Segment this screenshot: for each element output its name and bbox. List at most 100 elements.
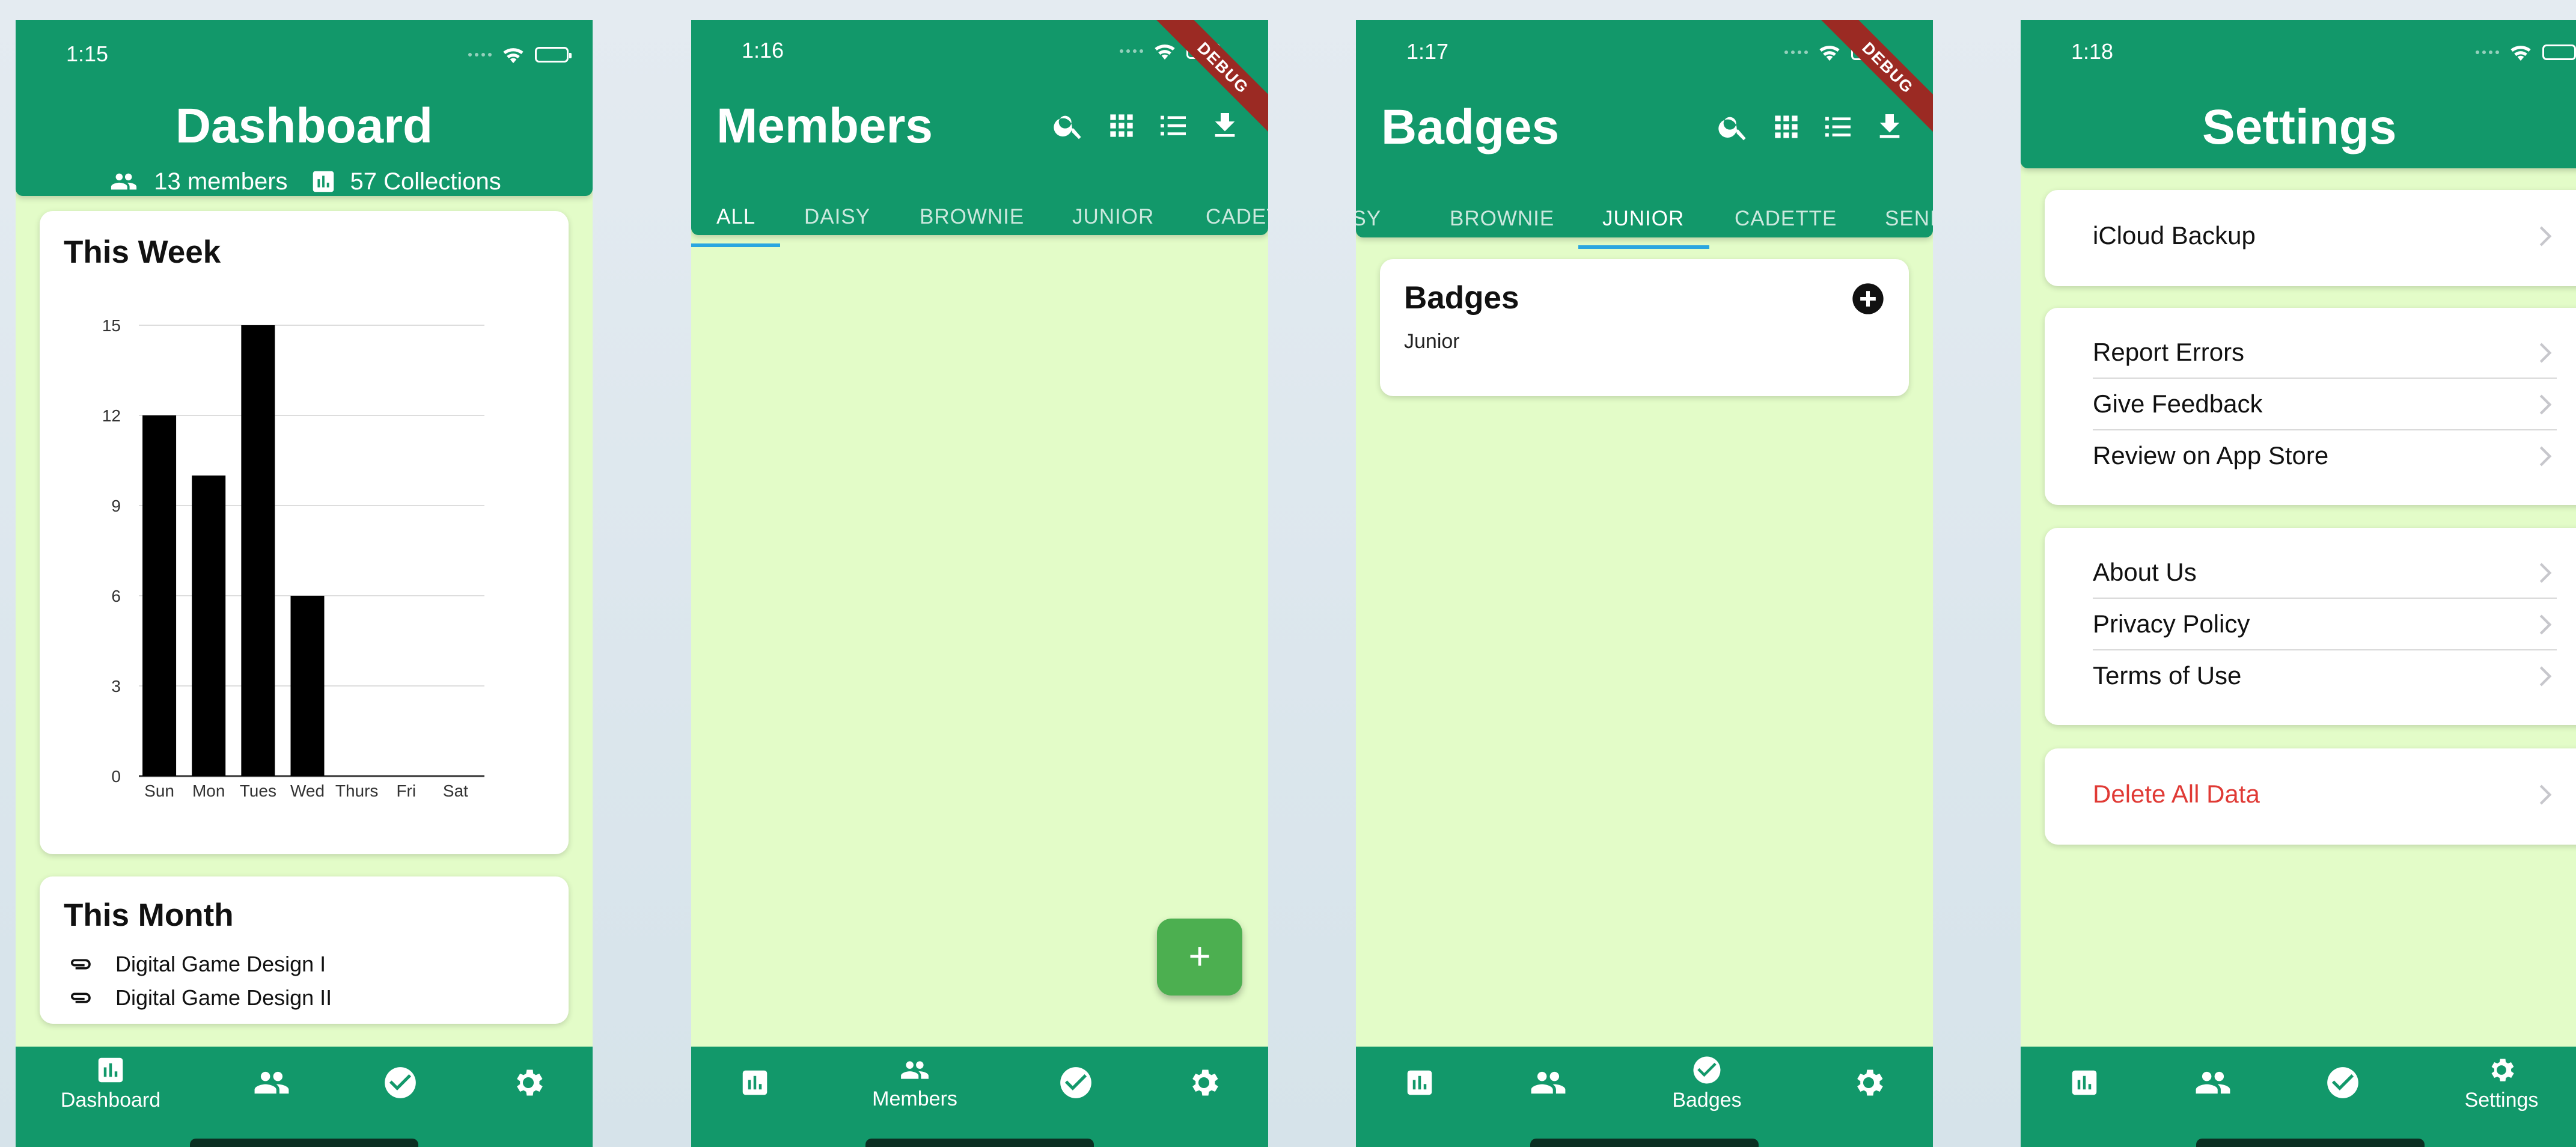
signal-icon bbox=[1784, 50, 1808, 54]
nav-badges[interactable] bbox=[2283, 1047, 2403, 1119]
nav-settings[interactable]: Settings bbox=[2441, 1047, 2562, 1119]
bar bbox=[241, 325, 275, 776]
nav-members[interactable] bbox=[2153, 1047, 2273, 1119]
privacy-policy-row[interactable]: Privacy Policy bbox=[2093, 610, 2557, 638]
tab-senior[interactable]: SENIOR bbox=[1885, 207, 1933, 231]
month-list-item[interactable]: Digital Game Design I bbox=[64, 952, 326, 977]
tab-daisy[interactable]: DAISY bbox=[804, 205, 870, 229]
nav-badges[interactable] bbox=[1016, 1047, 1136, 1119]
people-icon bbox=[253, 1064, 290, 1101]
give-feedback-row[interactable]: Give Feedback bbox=[2093, 390, 2557, 418]
members-app-bar: 1:16 Members ALL DAISY BROWNIE JUNIOR CA… bbox=[691, 20, 1268, 247]
grid-view-icon[interactable] bbox=[1105, 109, 1138, 142]
chart-icon bbox=[94, 1054, 127, 1086]
chart-icon bbox=[2068, 1066, 2101, 1099]
search-icon[interactable] bbox=[1052, 109, 1085, 142]
list-view-icon[interactable] bbox=[1156, 109, 1190, 142]
tab-brownie[interactable]: BROWNIE bbox=[920, 205, 1024, 229]
download-icon[interactable] bbox=[1873, 110, 1906, 144]
tab-junior[interactable]: JUNIOR bbox=[1072, 205, 1154, 229]
nav-badges-label: Badges bbox=[1672, 1088, 1742, 1112]
wifi-icon bbox=[1818, 40, 1842, 64]
nav-members[interactable]: Members bbox=[855, 1047, 975, 1119]
delete-all-data-row[interactable]: Delete All Data bbox=[2093, 780, 2557, 809]
grid-view-icon[interactable] bbox=[1769, 110, 1803, 144]
week-bar-chart: 0 3 6 9 12 15 Sun Mon Tues Wed Thurs Fri Sat bbox=[102, 316, 484, 800]
tab-daisy[interactable]: DAISY bbox=[1356, 207, 1381, 231]
nav-dashboard[interactable]: Dashboard bbox=[50, 1047, 171, 1119]
gear-icon bbox=[1185, 1064, 1222, 1101]
chevron-right-icon bbox=[2533, 661, 2557, 691]
this-month-title: This Month bbox=[64, 898, 234, 933]
x-tick-label: Tues bbox=[240, 781, 276, 800]
settings-group-support: Report Errors Give Feedback Review on Ap… bbox=[2045, 308, 2576, 505]
nav-badges[interactable] bbox=[340, 1047, 460, 1119]
divider bbox=[2093, 429, 2557, 430]
list-view-icon[interactable] bbox=[1821, 110, 1855, 144]
collections-count: 57 Collections bbox=[350, 168, 501, 195]
divider bbox=[2093, 598, 2557, 599]
status-time: 1:15 bbox=[66, 41, 109, 66]
gear-icon bbox=[510, 1064, 547, 1101]
wifi-icon bbox=[2509, 40, 2533, 64]
nav-members-label: Members bbox=[872, 1087, 957, 1110]
nav-members[interactable] bbox=[1488, 1047, 1608, 1119]
status-time: 1:17 bbox=[1406, 39, 1449, 64]
add-badge-icon[interactable] bbox=[1851, 282, 1885, 316]
nav-settings[interactable] bbox=[468, 1047, 588, 1119]
summary-row: 13 members 57 Collections bbox=[16, 168, 593, 195]
people-icon bbox=[2194, 1064, 2232, 1101]
tab-cadette[interactable]: CADETTE bbox=[1735, 207, 1837, 231]
nav-dashboard[interactable] bbox=[695, 1047, 815, 1119]
nav-settings[interactable] bbox=[1144, 1047, 1264, 1119]
x-tick-label: Sun bbox=[144, 781, 174, 800]
nav-settings[interactable] bbox=[1808, 1047, 1929, 1119]
tab-brownie[interactable]: BROWNIE bbox=[1450, 207, 1554, 231]
nav-dashboard[interactable] bbox=[1360, 1047, 1480, 1119]
page-title: Badges bbox=[1381, 100, 1560, 154]
nav-dashboard[interactable] bbox=[2024, 1047, 2144, 1119]
about-us-row[interactable]: About Us bbox=[2093, 558, 2557, 587]
badges-card-subtitle: Junior bbox=[1404, 330, 1460, 353]
divider bbox=[2093, 378, 2557, 379]
download-icon[interactable] bbox=[1208, 109, 1242, 142]
badges-card[interactable]: Badges Junior bbox=[1380, 259, 1909, 396]
status-icons bbox=[2476, 40, 2576, 64]
nav-members[interactable] bbox=[212, 1047, 332, 1119]
members-count: 13 members bbox=[154, 168, 288, 195]
check-circle-icon bbox=[2324, 1064, 2361, 1101]
icloud-backup-row[interactable]: iCloud Backup bbox=[2093, 221, 2557, 250]
this-month-card: This Month Digital Game Design I Digital… bbox=[40, 876, 569, 1024]
x-tick-label: Wed bbox=[290, 781, 325, 800]
tab-junior[interactable]: JUNIOR bbox=[1602, 207, 1684, 231]
tab-cadette[interactable]: CADETTE bbox=[1206, 205, 1268, 229]
x-tick-label: Thurs bbox=[335, 781, 379, 800]
chart-icon bbox=[1403, 1066, 1436, 1099]
badges-app-bar: 1:17 Badges DAISY BROWNIE JUNIOR CADETTE… bbox=[1356, 20, 1933, 249]
page-title: Settings bbox=[2202, 100, 2397, 154]
month-list-item[interactable]: Digital Game Design II bbox=[64, 985, 332, 1011]
chevron-right-icon bbox=[2533, 610, 2557, 640]
review-app-store-label: Review on App Store bbox=[2093, 441, 2329, 470]
divider bbox=[2093, 649, 2557, 650]
settings-app-bar: 1:18 Settings bbox=[2021, 20, 2576, 168]
chevron-right-icon bbox=[2533, 338, 2557, 368]
battery-icon bbox=[535, 47, 572, 63]
y-tick-label: 3 bbox=[111, 677, 121, 696]
nav-dashboard-label: Dashboard bbox=[60, 1088, 161, 1112]
tab-all[interactable]: ALL bbox=[716, 205, 755, 229]
plus-icon: + bbox=[1188, 934, 1211, 977]
members-screen: 1:16 Members ALL DAISY BROWNIE JUNIOR CA… bbox=[691, 20, 1268, 1147]
delete-all-data-label: Delete All Data bbox=[2093, 780, 2260, 808]
terms-of-use-row[interactable]: Terms of Use bbox=[2093, 661, 2557, 690]
search-icon[interactable] bbox=[1717, 110, 1750, 144]
report-errors-row[interactable]: Report Errors bbox=[2093, 338, 2557, 367]
nav-settings-label: Settings bbox=[2464, 1088, 2539, 1112]
nav-badges[interactable]: Badges bbox=[1647, 1047, 1767, 1119]
review-app-store-row[interactable]: Review on App Store bbox=[2093, 441, 2557, 470]
settings-group-legal: About Us Privacy Policy Terms of Use bbox=[2045, 528, 2576, 725]
x-tick-label: Sat bbox=[443, 781, 468, 800]
bottom-nav: Settings bbox=[2021, 1047, 2576, 1147]
settings-group-danger: Delete All Data bbox=[2045, 748, 2576, 845]
add-member-button[interactable]: + bbox=[1157, 919, 1242, 996]
